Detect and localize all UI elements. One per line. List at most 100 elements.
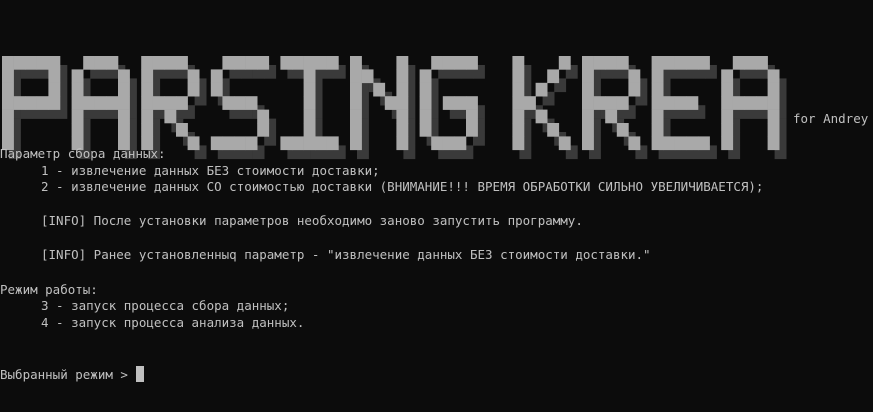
banner-block [721,69,734,84]
prompt-label: Выбранный режим > [0,367,136,382]
banner-block [582,96,594,110]
settings-option-2: 2 - извлечение данных СО стоимостью дост… [41,179,764,194]
banner-block [141,82,154,97]
banner-block [222,136,235,151]
banner-block [396,123,409,137]
banner-block [686,136,699,151]
banner-block [756,96,768,110]
banner-block [292,56,304,70]
banner-block [524,96,536,110]
banner-block [141,69,154,84]
banner-block [48,56,61,70]
banner-block [83,96,96,110]
banner-block [36,96,49,110]
banner-block [187,136,200,151]
banner-block [396,56,409,70]
input-prompt-line[interactable]: Выбранный режим > [0,366,145,383]
banner-block [106,96,119,110]
banner-block [71,109,84,124]
banner-block [315,56,328,70]
banner-block [767,82,780,97]
banner-block [396,136,409,151]
banner-block [663,96,676,110]
banner-block [71,96,84,110]
banner-block [2,96,14,110]
banner-block [118,96,130,110]
banner-block [48,82,61,97]
banner-block [71,69,84,84]
mode-option-3: 3 - запуск процесса сбора данных; [41,298,290,313]
banner-block [222,96,235,110]
banner-block [396,82,409,97]
banner-block [721,123,734,137]
banner-block [152,56,165,70]
banner-block [303,69,316,84]
banner-block [141,96,154,110]
banner-block [292,136,304,151]
banner-block [651,96,664,110]
banner-block [616,123,629,137]
banner-block [442,96,455,110]
banner-block [466,56,478,70]
banner-block [222,56,235,70]
banner-block [431,136,444,151]
banner-block [373,82,386,97]
banner-block [512,96,525,110]
banner-block [442,56,455,70]
banner-block [187,69,200,84]
banner-block [384,96,397,110]
banner-block [350,56,362,70]
banner-block [582,56,594,70]
banner-block [651,109,664,124]
banner-block [593,96,606,110]
banner-block [257,109,270,124]
text-cursor[interactable] [136,366,145,382]
banner-block [350,123,362,137]
banner-block [13,96,26,110]
banner-block [118,109,130,124]
banner-art [2,56,787,160]
banner-block [94,96,107,110]
banner-block [512,69,525,84]
banner-block [141,123,154,137]
banner-block [721,96,734,110]
banner-block [234,136,246,151]
banner-block [152,96,165,110]
banner-block [582,136,594,151]
banner-block [71,123,84,137]
banner-block [686,56,699,70]
banner-block [350,109,362,124]
terminal-window: for Andrey Параметр сбора данных: 1 - из… [0,0,873,412]
banner-block [582,82,594,97]
banner-block [13,56,26,70]
banner-block [419,82,432,97]
banner-block [628,69,641,84]
banner-block [616,96,629,110]
banner-block [466,96,478,110]
banner-block [663,56,676,70]
banner-block [71,82,84,97]
banner-block [48,69,61,84]
banner-block [350,136,362,151]
settings-heading: Параметр сбора данных: [0,146,166,161]
banner-block [732,96,745,110]
banner-block [651,82,664,97]
banner-block [210,69,223,84]
mode-option-4: 4 - запуск процесса анализа данных. [41,315,305,330]
banner-block [558,136,571,151]
banner-block [767,109,780,124]
banner-block [698,56,710,70]
banner-block [350,82,362,97]
banner-block [663,136,676,151]
banner-block [257,56,270,70]
banner-block [2,82,14,97]
banner-block [605,109,618,124]
banner-block [48,96,61,110]
banner-block [303,82,316,97]
banner-block [558,56,571,70]
banner-block [2,123,14,137]
banner-block [512,109,525,124]
banner-block [651,69,664,84]
banner-block [466,109,478,124]
banner-block [36,56,49,70]
